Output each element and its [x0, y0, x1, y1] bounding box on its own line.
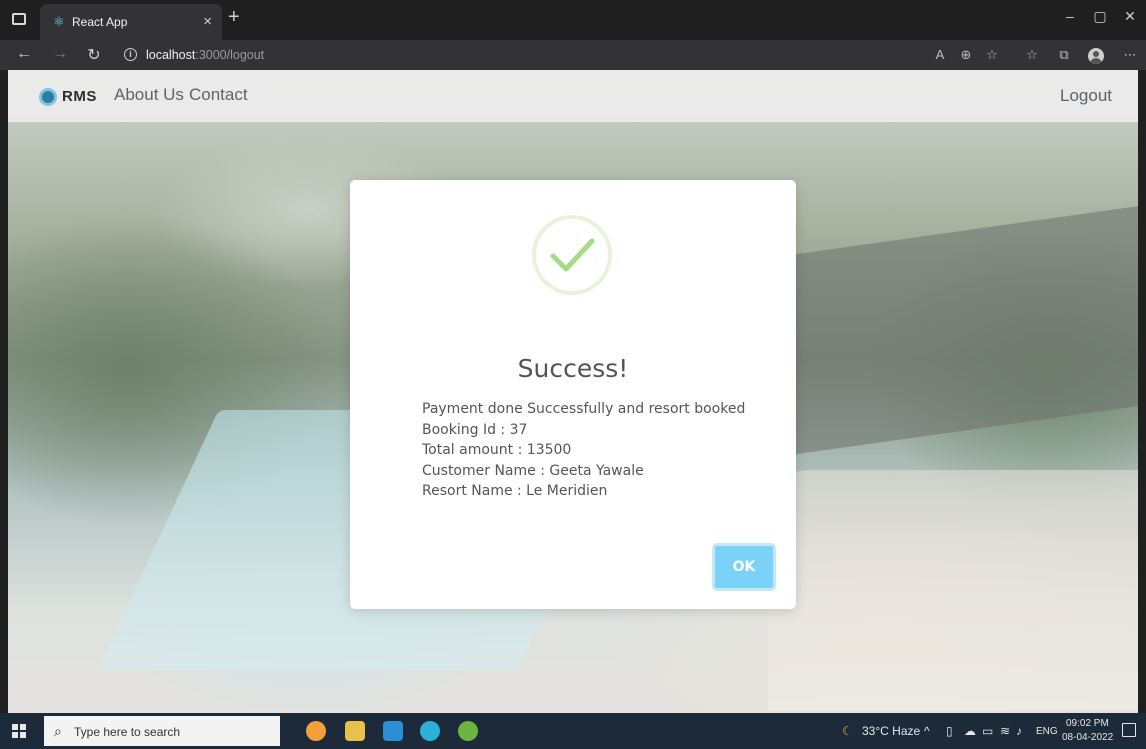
edge-browser-icon[interactable] [420, 721, 440, 741]
browser-tab[interactable]: ⚛ React App × [40, 4, 222, 40]
back-icon[interactable]: ← [14, 45, 34, 63]
logout-link[interactable]: Logout [1060, 86, 1112, 106]
notification-icon[interactable] [1122, 723, 1136, 737]
forward-icon[interactable]: → [50, 45, 70, 63]
tab-actions-icon[interactable] [12, 13, 26, 25]
show-hidden-icons-icon[interactable]: ^ [924, 724, 930, 738]
new-tab-button[interactable]: + [228, 6, 240, 29]
wifi-icon[interactable]: ≋ [1000, 724, 1010, 738]
tab-title: React App [72, 15, 128, 29]
message-line-total-amount: Total amount : 13500 [422, 442, 572, 458]
nav-link-about-us[interactable]: About Us [114, 85, 184, 105]
message-line-payment: Payment done Successfully and resort boo… [422, 401, 746, 417]
windows-start-icon[interactable] [12, 724, 26, 738]
success-modal: Success! Payment done Successfully and r… [350, 180, 796, 609]
network-icon[interactable]: ▭ [982, 724, 993, 738]
spring-tool-icon[interactable] [458, 721, 478, 741]
minimize-button[interactable]: – [1060, 8, 1080, 24]
weather-icon: ☾ [842, 724, 853, 738]
message-line-booking-id: Booking Id : 37 [422, 421, 528, 438]
url-host: localhost [146, 48, 196, 62]
zoom-icon[interactable]: ⊕ [956, 47, 976, 63]
profile-avatar-icon[interactable] [1088, 48, 1104, 64]
ok-button[interactable]: OK [712, 543, 776, 591]
read-aloud-icon[interactable]: A [930, 47, 950, 62]
clock-date[interactable]: 08-04-2022 [1062, 732, 1113, 743]
volume-icon[interactable]: ♪ [1016, 724, 1022, 738]
modal-message: Payment done Successfully and resort boo… [422, 399, 745, 502]
battery-icon[interactable]: ▯ [946, 724, 953, 738]
vscode-icon[interactable] [383, 721, 403, 741]
file-explorer-icon[interactable] [345, 721, 365, 741]
address-bar-row: ← → ↻ i localhost:3000/logout A ⊕ ☆ ☆ ⧉ … [0, 40, 1146, 70]
url-field[interactable]: localhost:3000/logout [146, 48, 264, 62]
taskbar-search-box[interactable]: ⌕ Type here to search [44, 716, 280, 746]
brand-name[interactable]: RMS [62, 88, 97, 105]
add-favorite-icon[interactable]: ☆ [982, 47, 1002, 63]
refresh-icon[interactable]: ↻ [84, 45, 104, 65]
weather-text[interactable]: 33°C Haze [862, 724, 920, 738]
url-path: :3000/logout [195, 48, 265, 62]
browser-tab-strip: ⚛ React App × + – ▢ ✕ [0, 0, 1146, 40]
tab-close-icon[interactable]: × [203, 13, 212, 30]
site-info-icon[interactable]: i [124, 48, 137, 61]
success-check-icon [532, 215, 612, 295]
modal-title: Success! [517, 354, 629, 383]
rms-logo-icon[interactable] [39, 88, 57, 106]
cloud-icon[interactable]: ☁ [964, 724, 976, 738]
react-favicon-icon: ⚛ [53, 14, 65, 29]
site-navbar: RMS About Us Contact Logout [8, 70, 1138, 122]
collections-icon[interactable]: ⧉ [1054, 47, 1074, 63]
more-options-icon[interactable]: ⋯ [1120, 47, 1140, 63]
nav-link-contact[interactable]: Contact [189, 85, 248, 105]
windows-taskbar: ⌕ Type here to search ☾ 33°C Haze ^ ▯ ☁ … [0, 713, 1146, 749]
close-window-button[interactable]: ✕ [1120, 8, 1140, 25]
clock-time[interactable]: 09:02 PM [1066, 718, 1109, 729]
message-line-resort-name: Resort Name : Le Meridien [422, 483, 608, 499]
maximize-button[interactable]: ▢ [1090, 8, 1110, 25]
chrome-app-icon[interactable] [306, 721, 326, 741]
search-placeholder: Type here to search [74, 725, 181, 739]
favorites-icon[interactable]: ☆ [1022, 47, 1042, 63]
search-icon: ⌕ [54, 723, 62, 739]
page-viewport: RMS About Us Contact Logout Success! Pay… [8, 70, 1138, 713]
message-line-customer-name: Customer Name : Geeta Yawale [422, 462, 644, 479]
language-indicator[interactable]: ENG [1036, 726, 1058, 737]
